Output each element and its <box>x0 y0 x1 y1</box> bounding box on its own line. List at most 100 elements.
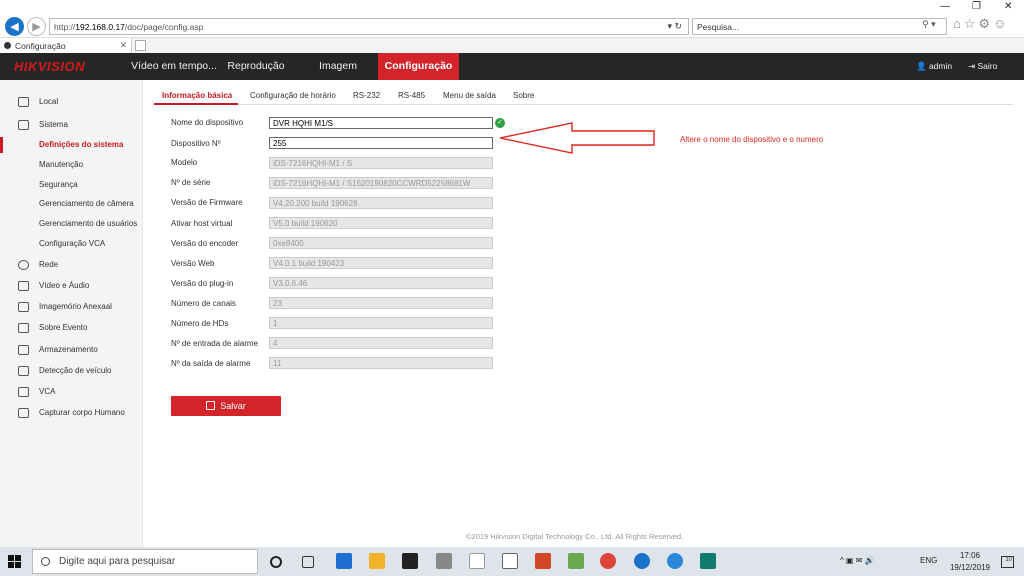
sidebar-item-security[interactable]: Segurança <box>0 175 143 195</box>
language-indicator[interactable]: ENG <box>920 556 937 565</box>
refresh-icon[interactable]: ▾ ↻ <box>667 21 682 32</box>
sidebar-item-label: Capturar corpo Humano <box>39 408 125 417</box>
browser-tab-configuracao[interactable]: Configuração ✕ <box>0 38 132 53</box>
nav-image[interactable]: Imagem <box>308 53 368 80</box>
sidebar-item-event[interactable]: Sobre Evento <box>0 318 143 338</box>
nav-live-view[interactable]: Vídeo em tempo... <box>124 53 224 80</box>
mail-icon[interactable] <box>436 553 452 569</box>
field-label: Nº da saída de alarme <box>171 359 251 368</box>
new-tab-button[interactable] <box>135 40 146 51</box>
browser-search-input[interactable]: Pesquisa... <box>692 18 947 35</box>
store-icon[interactable] <box>402 553 418 569</box>
vehicle-icon <box>18 366 29 376</box>
search-icon[interactable]: ⚲ ▾ <box>922 19 936 30</box>
annotation-text: Altere o nome do dispositivo e o numero <box>680 135 824 144</box>
window-title-bar: — ❐ ✕ <box>0 0 1024 14</box>
close-tab-icon[interactable]: ✕ <box>120 40 127 51</box>
forward-button[interactable]: ▶ <box>27 17 46 36</box>
tab-rs485[interactable]: RS-485 <box>398 91 425 100</box>
tab-time-settings[interactable]: Configuração de horário <box>250 91 336 100</box>
field-label: Número de HDs <box>171 319 229 328</box>
user-menu[interactable]: 👤 admin <box>916 61 952 72</box>
file-explorer-icon[interactable] <box>369 553 385 569</box>
sidebar-item-image[interactable]: Imagemório Anexaal <box>0 297 143 317</box>
task-view-icon[interactable] <box>302 556 314 568</box>
back-button[interactable]: ◀ <box>5 17 24 36</box>
sidebar-item-camera-management[interactable]: Gerenciamento de câmera <box>0 194 143 214</box>
sidebar-item-label: Local <box>39 97 59 106</box>
sidebar-item-system-settings[interactable]: Definições do sistema <box>0 135 143 155</box>
notification-icon[interactable]: 10 <box>1001 556 1014 568</box>
device-name-input[interactable]: DVR HQHI M1/S <box>269 117 493 129</box>
tab-about[interactable]: Sobre <box>513 91 534 100</box>
sidebar-item-maintenance[interactable]: Manutenção <box>0 155 143 175</box>
user-name: admin <box>928 61 953 71</box>
cortana-icon[interactable] <box>270 556 282 568</box>
sidebar-item-label: Rede <box>39 260 59 269</box>
alarm-input-count-field: 4 <box>269 337 493 349</box>
sidebar: Local Sistema Definições do sistema Manu… <box>0 80 143 547</box>
powerpoint-icon[interactable] <box>535 553 551 569</box>
maximize-button[interactable]: ❐ <box>972 1 981 12</box>
minimize-button[interactable]: — <box>940 1 950 12</box>
tab-output-menu[interactable]: Menu de saída <box>443 91 496 100</box>
sidebar-item-vehicle-detection[interactable]: Detecção de veículo <box>0 361 143 381</box>
clock-date[interactable]: 19/12/2019 <box>946 563 994 572</box>
sidebar-item-local[interactable]: Local <box>0 92 143 112</box>
serial-number-field: iDS-7216HQHI-M1 / S1620190820CCWRD522586… <box>269 177 493 189</box>
document-icon[interactable] <box>469 553 485 569</box>
nav-configuration[interactable]: Configuração <box>378 53 459 80</box>
logout-button[interactable]: ⇥ Sairo <box>968 61 997 72</box>
sidebar-item-label: Segurança <box>39 180 78 189</box>
app-icon[interactable] <box>502 553 518 569</box>
close-window-button[interactable]: ✕ <box>1004 1 1012 12</box>
sidebar-item-human-body-capture[interactable]: Capturar corpo Humano <box>0 403 143 423</box>
browser-toolbar: ◀ ▶ http://192.168.0.17/doc/page/config.… <box>0 14 1024 38</box>
hikvision-logo: HIKVISION <box>14 59 85 74</box>
save-button[interactable]: Salvar <box>171 396 281 416</box>
sidebar-item-network[interactable]: Rede <box>0 255 143 275</box>
url-prefix: http:// <box>54 21 76 32</box>
field-label: Versão do encoder <box>171 239 239 248</box>
field-label: Número de canais <box>171 299 236 308</box>
device-number-input[interactable]: 255 <box>269 137 493 149</box>
chrome-icon[interactable] <box>600 553 616 569</box>
sidebar-item-user-management[interactable]: Gerenciamento de usuários <box>0 214 143 234</box>
nav-playback[interactable]: Reprodução <box>222 53 290 80</box>
sidebar-item-label: Definições do sistema <box>39 140 124 149</box>
system-tray[interactable]: ^ ▣ ✉ 🔊 <box>840 556 875 565</box>
edge-icon[interactable] <box>336 553 352 569</box>
sidebar-item-system[interactable]: Sistema <box>0 115 143 135</box>
internet-explorer-icon[interactable] <box>667 553 683 569</box>
tab-rs232[interactable]: RS-232 <box>353 91 380 100</box>
system-icon <box>18 120 29 130</box>
save-label: Salvar <box>220 401 246 411</box>
field-label: Modelo <box>171 158 198 167</box>
field-label: Dispositivo Nº <box>171 139 221 148</box>
browser-tab-strip: Configuração ✕ <box>0 38 1024 53</box>
home-star-gear-icons[interactable]: ⌂☆⚙☺ <box>953 16 1009 32</box>
browser-icon[interactable] <box>634 553 650 569</box>
sidebar-item-label: Armazenamento <box>39 345 98 354</box>
windows-start-button[interactable] <box>8 555 21 568</box>
field-label: Versão do plug-in <box>171 279 234 288</box>
sidebar-item-video-audio[interactable]: Vídeo e Áudio <box>0 276 143 296</box>
taskbar-search-input[interactable]: Digite aqui para pesquisar <box>32 549 258 574</box>
monitor-app-icon[interactable] <box>700 553 716 569</box>
human-capture-icon <box>18 408 29 418</box>
search-icon <box>41 557 50 566</box>
sidebar-item-label: Vídeo e Áudio <box>39 281 90 290</box>
sidebar-item-label: VCA <box>39 387 56 396</box>
address-bar[interactable]: http://192.168.0.17/doc/page/config.asp … <box>49 18 689 35</box>
sidebar-item-vca[interactable]: VCA <box>0 382 143 402</box>
tab-basic-info[interactable]: Informação básica <box>162 91 232 100</box>
annotation-arrow <box>499 122 655 154</box>
web-version-field: V4.0.1 build 190423 <box>269 257 493 269</box>
clock-time[interactable]: 17:06 <box>950 551 990 560</box>
taskbar-search-placeholder: Digite aqui para pesquisar <box>59 556 176 567</box>
paint-icon[interactable] <box>568 553 584 569</box>
active-tab-underline <box>154 103 238 105</box>
field-label: Nome do dispositivo <box>171 118 244 127</box>
sidebar-item-vca-config[interactable]: Configuração VCA <box>0 234 143 254</box>
sidebar-item-storage[interactable]: Armazenamento <box>0 340 143 360</box>
